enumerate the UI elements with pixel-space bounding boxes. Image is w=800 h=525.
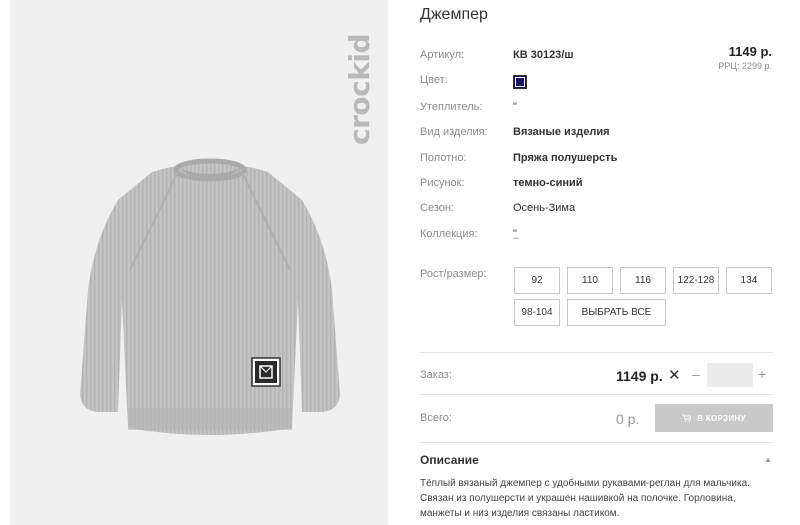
spec-label-pattern: Рисунок: bbox=[420, 177, 465, 189]
size-option-116[interactable]: 116 bbox=[620, 267, 666, 294]
quantity-decrement-button[interactable]: – bbox=[692, 366, 700, 382]
order-price: 1149 р. bbox=[616, 368, 663, 384]
cart-icon bbox=[682, 414, 692, 422]
remove-order-icon[interactable]: ✕ bbox=[668, 366, 681, 384]
description-header[interactable]: Описание bbox=[420, 453, 479, 467]
divider bbox=[420, 394, 773, 395]
size-option-122-128[interactable]: 122-128 bbox=[673, 267, 719, 294]
brand-logo: crockid bbox=[343, 18, 376, 158]
spec-collection-dash: – bbox=[513, 232, 520, 244]
product-rrp: РРЦ: 2299 р. bbox=[718, 61, 772, 71]
size-option-92[interactable]: 92 bbox=[514, 267, 560, 294]
spec-label-color: Цвет: bbox=[420, 74, 448, 86]
total-value: 0 р. bbox=[616, 411, 640, 427]
size-option-98-104[interactable]: 98-104 bbox=[514, 299, 560, 326]
divider bbox=[420, 442, 773, 443]
product-photo-sweater bbox=[80, 158, 340, 435]
brand-logo-text: crockid bbox=[343, 34, 376, 146]
product-details: Джемпер Артикул: КВ 30123/ш 1149 р. РРЦ:… bbox=[420, 0, 780, 525]
size-option-134[interactable]: 134 bbox=[726, 267, 772, 294]
product-title: Джемпер bbox=[420, 6, 488, 23]
quantity-input[interactable] bbox=[707, 363, 753, 387]
add-to-cart-label: В КОРЗИНУ bbox=[697, 413, 746, 423]
spec-label-insulation: Утеплитель: bbox=[420, 101, 483, 113]
sizes-label: Рост/размер: bbox=[420, 268, 487, 280]
description-text: Тёплый вязаный джемпер с удобными рукава… bbox=[420, 478, 750, 519]
product-price: 1149 р. bbox=[728, 44, 772, 59]
spec-value-fabric: Пряжа полушерсть bbox=[513, 152, 618, 164]
chevron-up-icon[interactable]: ▲ bbox=[764, 455, 772, 464]
spec-value-season: Осень-Зима bbox=[513, 202, 576, 214]
color-swatch[interactable] bbox=[513, 75, 527, 89]
add-to-cart-button[interactable]: В КОРЗИНУ bbox=[655, 404, 773, 432]
spec-label-season: Сезон: bbox=[420, 202, 454, 214]
quantity-increment-button[interactable]: + bbox=[758, 366, 766, 382]
product-image-panel: crockid bbox=[10, 0, 388, 525]
order-label: Заказ: bbox=[420, 369, 452, 381]
size-option-110[interactable]: 110 bbox=[567, 267, 613, 294]
divider bbox=[420, 352, 773, 353]
spec-value-insulation: " bbox=[513, 101, 517, 113]
spec-value-article: КВ 30123/ш bbox=[513, 49, 574, 61]
spec-value-type: Вязаные изделия bbox=[513, 126, 610, 138]
spec-label-fabric: Полотно: bbox=[420, 152, 467, 164]
spec-label-article: Артикул: bbox=[420, 49, 465, 61]
total-label: Всего: bbox=[420, 412, 452, 424]
spec-label-type: Вид изделия: bbox=[420, 126, 488, 138]
spec-label-collection: Коллекция: bbox=[420, 228, 478, 240]
select-all-sizes-button[interactable]: ВЫБРАТЬ ВСЕ bbox=[567, 299, 666, 326]
spec-value-pattern: темно-синий bbox=[513, 177, 583, 189]
